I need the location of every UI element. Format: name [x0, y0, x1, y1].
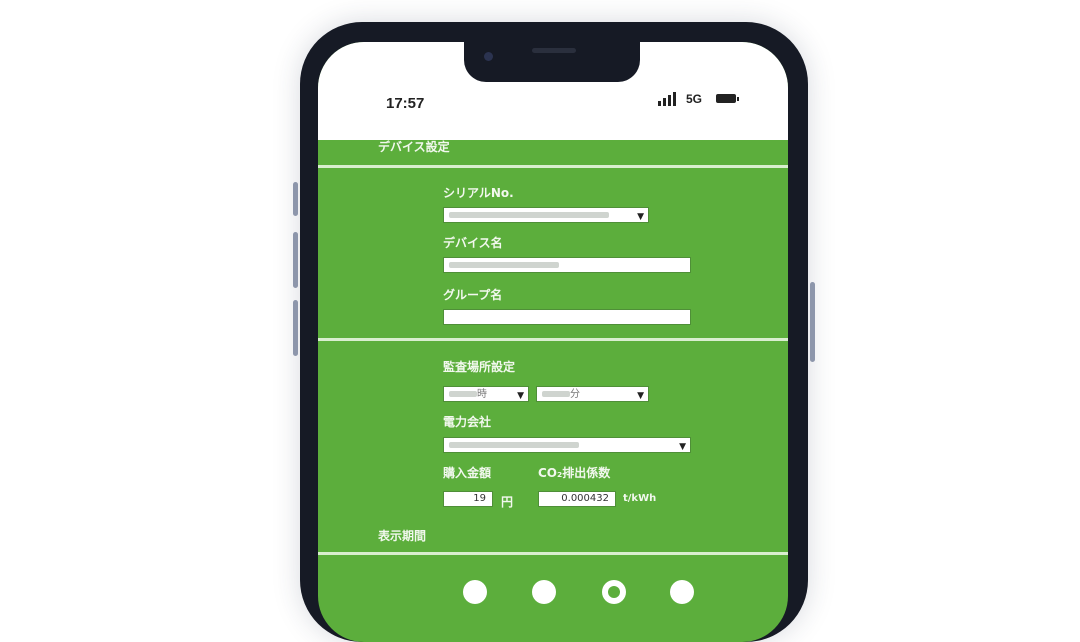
minute-suffix: 分	[570, 389, 580, 400]
co2-unit: t/kWh	[623, 493, 657, 504]
hour-value-redacted	[449, 391, 477, 397]
phone-frame: 17:57 5G デバイス設定 シリアルNo. ▼ デバイス名 グループ名 監査…	[293, 22, 815, 642]
purchase-label: 購入金額	[443, 466, 492, 480]
divider	[318, 552, 788, 555]
chevron-down-icon: ▼	[637, 391, 644, 401]
minute-value-redacted	[542, 391, 570, 397]
chevron-down-icon: ▼	[679, 442, 686, 452]
divider	[318, 338, 788, 341]
divider	[318, 165, 788, 168]
chevron-down-icon: ▼	[637, 212, 644, 222]
period-option-radio[interactable]	[532, 580, 556, 604]
period-option-radio-selected[interactable]	[602, 580, 626, 604]
group-name-label: グループ名	[443, 288, 503, 302]
page-title: デバイス設定	[378, 140, 450, 154]
power-company-label: 電力会社	[443, 415, 492, 429]
serial-select[interactable]: ▼	[443, 207, 649, 223]
chevron-down-icon: ▼	[517, 391, 524, 401]
device-name-value-redacted	[449, 262, 559, 268]
network-type: 5G	[686, 92, 703, 106]
serial-value-redacted	[449, 212, 609, 218]
camera-icon	[484, 52, 493, 61]
battery-icon	[716, 94, 739, 103]
mute-switch	[293, 182, 298, 216]
status-time: 17:57	[386, 95, 425, 112]
serial-label: シリアルNo.	[443, 186, 514, 200]
purchase-input[interactable]: 19	[443, 491, 493, 507]
purchase-unit: 円	[501, 495, 514, 509]
device-name-label: デバイス名	[443, 236, 503, 250]
hour-suffix: 時	[477, 389, 487, 400]
display-period-label: 表示期間	[378, 529, 427, 543]
co2-input[interactable]: 0.000432	[538, 491, 616, 507]
signal-icon	[658, 92, 676, 106]
period-hour-select[interactable]: 時 ▼	[443, 386, 529, 402]
power-button	[810, 282, 815, 362]
notch	[464, 42, 640, 82]
volume-up-button	[293, 232, 298, 288]
group-name-input[interactable]	[443, 309, 691, 325]
device-name-input[interactable]	[443, 257, 691, 273]
volume-down-button	[293, 300, 298, 356]
co2-label: CO₂排出係数	[538, 466, 611, 480]
period-option-radio[interactable]	[463, 580, 487, 604]
period-option-radio[interactable]	[670, 580, 694, 604]
period-label: 監査場所設定	[443, 360, 516, 374]
company-value-redacted	[449, 442, 579, 448]
power-company-select[interactable]: ▼	[443, 437, 691, 453]
speaker-grille	[532, 48, 576, 53]
period-minute-select[interactable]: 分 ▼	[536, 386, 649, 402]
phone-screen: 17:57 5G デバイス設定 シリアルNo. ▼ デバイス名 グループ名 監査…	[318, 42, 788, 642]
